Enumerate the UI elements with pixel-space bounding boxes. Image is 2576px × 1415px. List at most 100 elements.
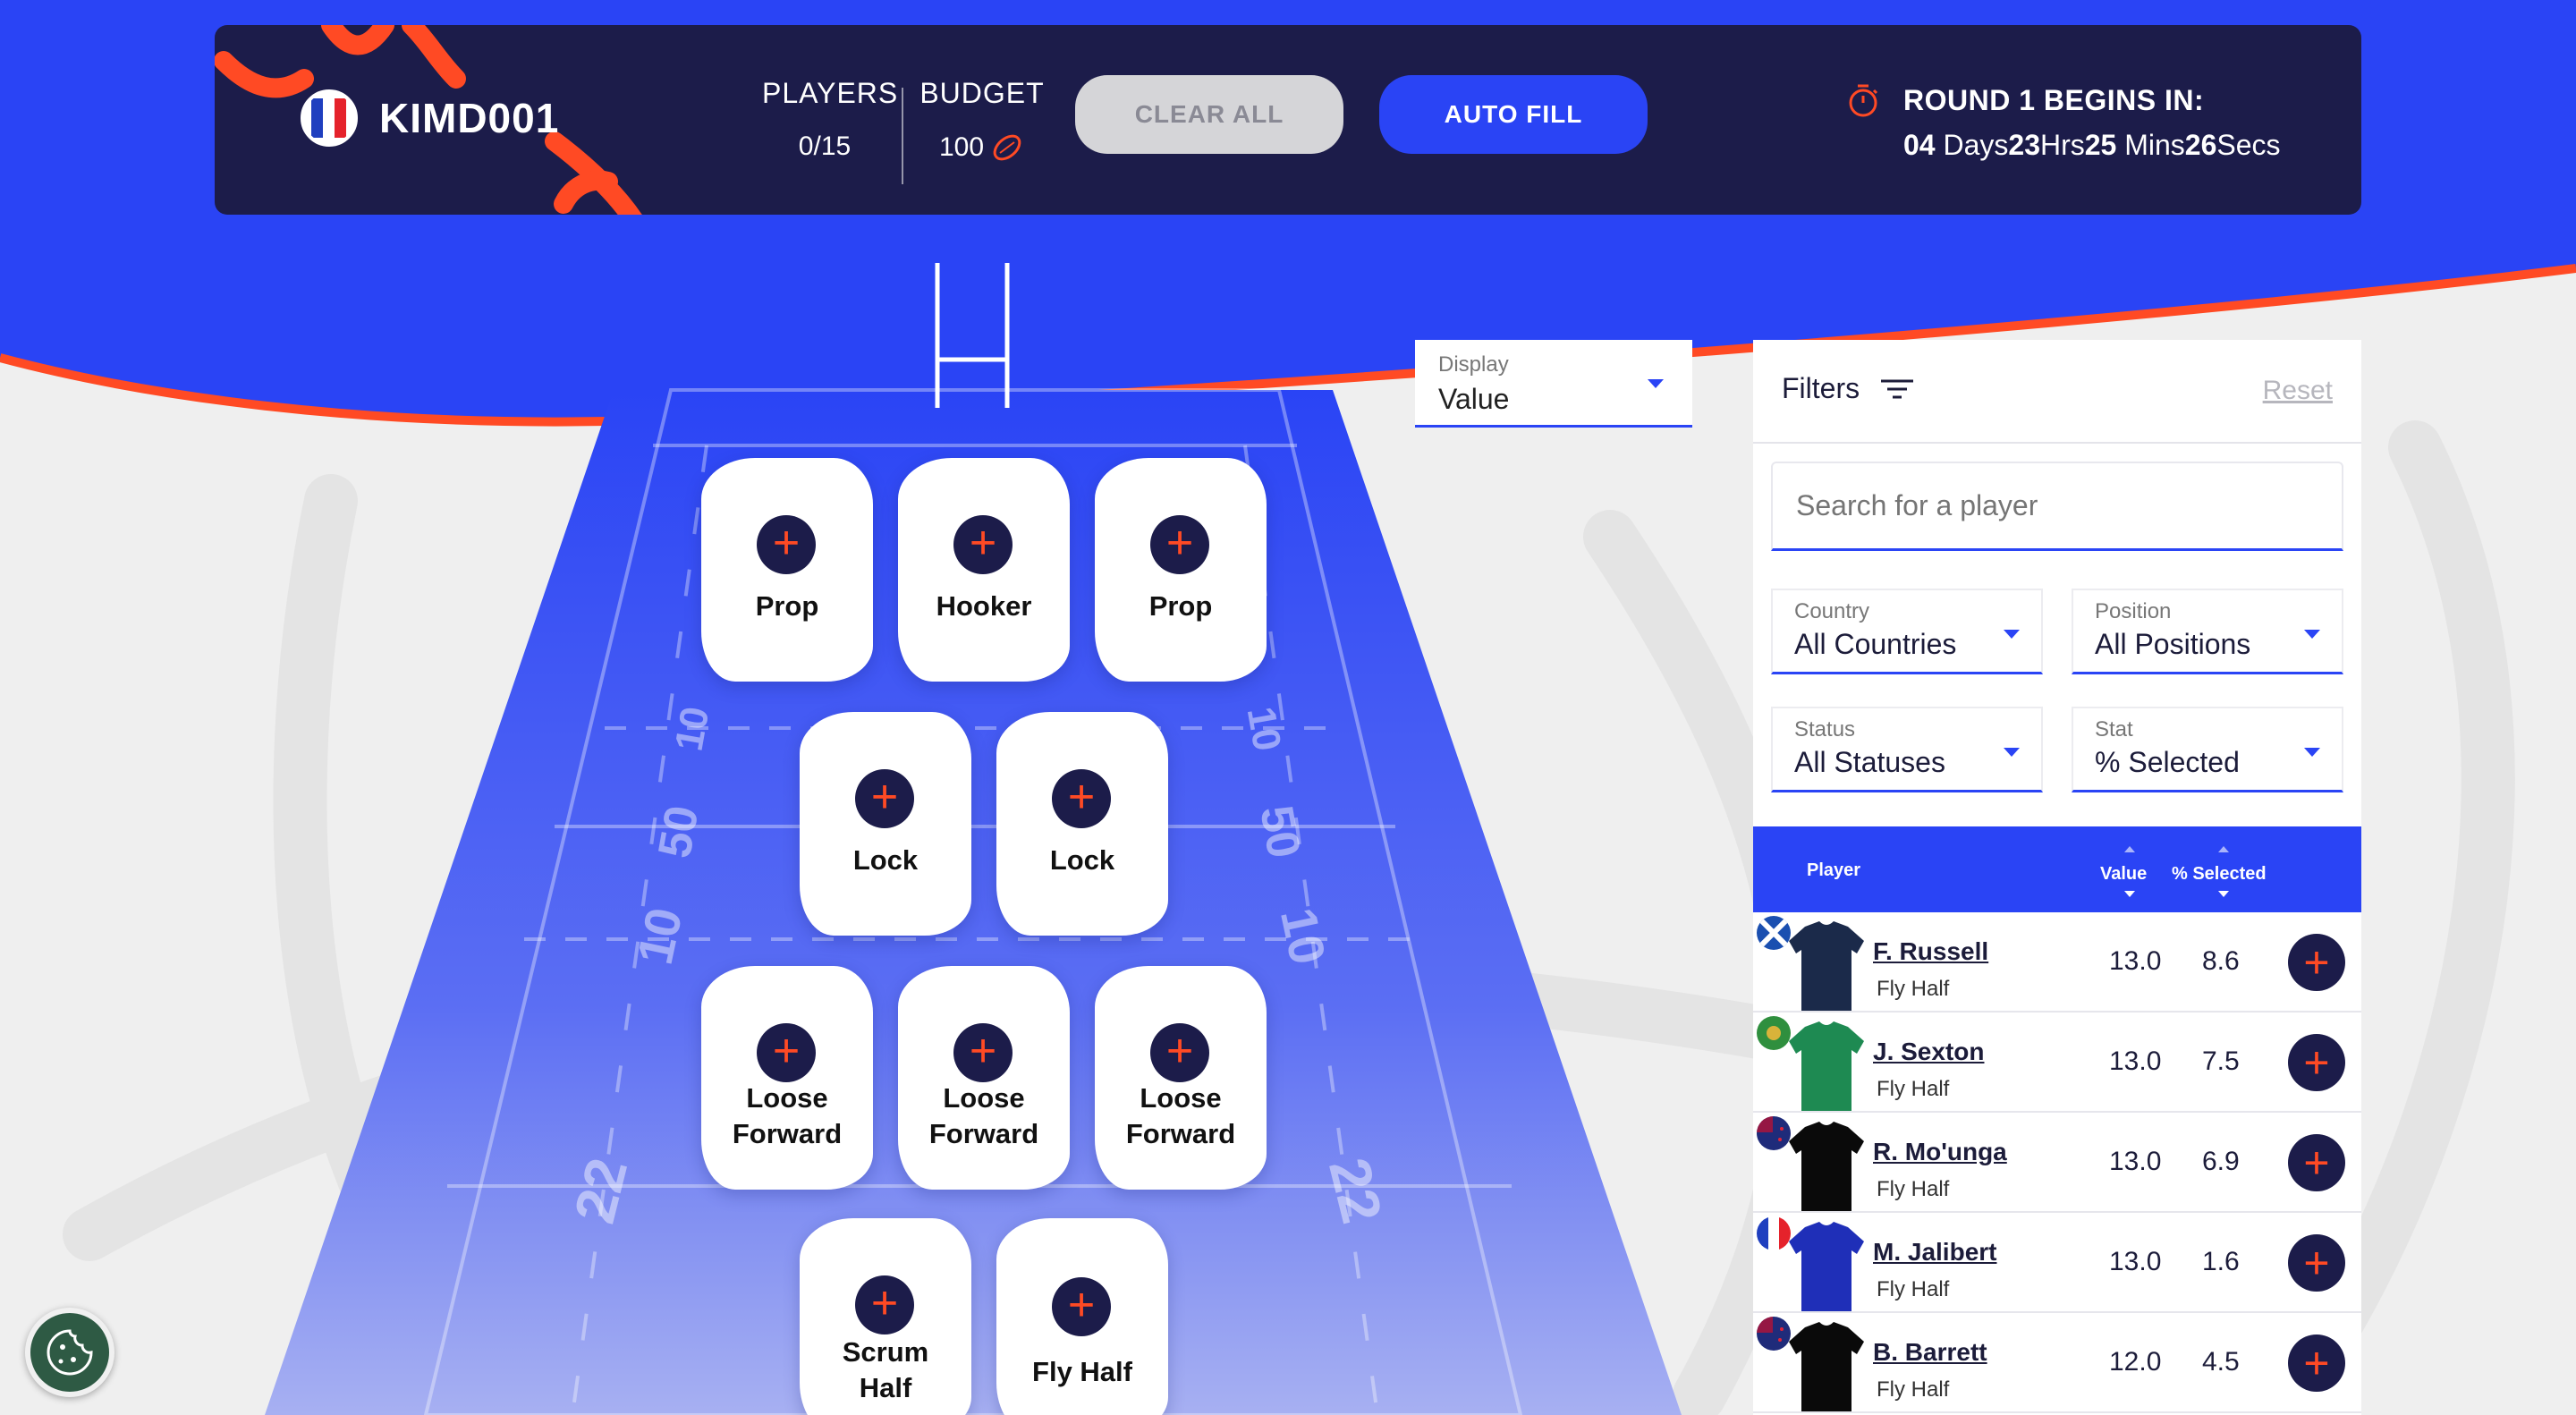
slot-prop-left[interactable]: + Prop — [701, 458, 873, 682]
france-flag-icon — [1757, 1216, 1791, 1250]
player-position: Fly Half — [1877, 977, 1950, 1001]
filter-icon[interactable] — [1879, 376, 1915, 402]
slot-lock-right[interactable]: + Lock — [996, 712, 1168, 936]
player-row[interactable]: M. Jalibert Fly Half 13.0 1.6 + — [1753, 1213, 2361, 1313]
slot-lock-left[interactable]: + Lock — [800, 712, 971, 936]
player-name[interactable]: J. Sexton — [1873, 1038, 1984, 1066]
search-input[interactable] — [1771, 462, 2343, 551]
sort-asc-icon[interactable] — [2218, 846, 2229, 852]
players-stat: PLAYERS 0/15 — [762, 77, 897, 162]
cookie-icon — [47, 1329, 93, 1376]
add-player-icon[interactable]: + — [1052, 769, 1111, 828]
marker-50-right: 50 — [1250, 801, 1310, 862]
player-row[interactable]: J. Sexton Fly Half 13.0 7.5 + — [1753, 1013, 2361, 1113]
position-value: All Positions — [2095, 628, 2251, 660]
add-player-icon[interactable]: + — [953, 515, 1013, 574]
add-player-icon[interactable]: + — [757, 1023, 816, 1082]
player-position: Fly Half — [1877, 1277, 1950, 1301]
slot-hooker[interactable]: + Hooker — [898, 458, 1070, 682]
player-name[interactable]: B. Barrett — [1873, 1338, 1987, 1367]
add-player-icon[interactable]: + — [855, 1275, 914, 1335]
slot-fly-half[interactable]: + Fly Half — [996, 1218, 1168, 1415]
add-player-button[interactable]: + — [2288, 1034, 2345, 1091]
jersey-icon — [1789, 921, 1864, 1011]
jersey-icon — [1789, 1021, 1864, 1111]
add-player-icon[interactable]: + — [953, 1023, 1013, 1082]
position-label: Position — [2095, 599, 2172, 623]
add-player-icon[interactable]: + — [757, 515, 816, 574]
hours-value: 23 — [2008, 129, 2040, 161]
cookie-settings-button[interactable] — [25, 1308, 114, 1397]
jersey-icon — [1789, 1122, 1864, 1211]
chevron-down-icon — [2004, 748, 2020, 757]
filters-title-row: Filters — [1782, 372, 1915, 405]
col-value[interactable]: Value — [2100, 864, 2147, 885]
stat-divider — [902, 88, 903, 184]
scotland-flag-icon — [1757, 916, 1791, 950]
player-selected: 1.6 — [2202, 1247, 2240, 1276]
round-title: ROUND 1 BEGINS IN: — [1903, 83, 2205, 116]
slot-loose-forward-3[interactable]: + Loose Forward — [1095, 966, 1267, 1190]
jersey-icon — [1789, 1322, 1864, 1411]
player-row[interactable]: R. Mo'unga Fly Half 13.0 6.9 + — [1753, 1113, 2361, 1213]
sort-desc-icon[interactable] — [2124, 891, 2135, 897]
days-value: 04 — [1903, 129, 1936, 161]
player-name[interactable]: R. Mo'unga — [1873, 1138, 2007, 1166]
slot-scrum-half[interactable]: + Scrum Half — [800, 1218, 971, 1415]
player-row[interactable]: F. Russell Fly Half 13.0 8.6 + — [1753, 912, 2361, 1013]
player-value: 13.0 — [2109, 1046, 2162, 1076]
clear-all-button[interactable]: CLEAR ALL — [1075, 75, 1343, 154]
add-player-button[interactable]: + — [2288, 1234, 2345, 1292]
player-value: 13.0 — [2109, 1147, 2162, 1176]
slot-label: Hooker — [936, 590, 1032, 622]
add-player-icon[interactable]: + — [1150, 1023, 1209, 1082]
slot-label: Prop — [1148, 590, 1213, 622]
player-value: 13.0 — [2109, 946, 2162, 976]
player-selected: 8.6 — [2202, 946, 2240, 976]
stat-select[interactable]: Stat % Selected — [2072, 707, 2343, 792]
marker-10-right: 10 — [1238, 703, 1290, 755]
slot-label: Scrum Half — [842, 1336, 929, 1403]
auto-fill-button[interactable]: AUTO FILL — [1379, 75, 1648, 154]
col-player[interactable]: Player — [1807, 860, 1860, 881]
marker-10b-left: 10 — [625, 902, 693, 970]
player-name[interactable]: M. Jalibert — [1873, 1238, 1996, 1267]
slot-prop-right[interactable]: + Prop — [1095, 458, 1267, 682]
display-select[interactable]: Display Value — [1415, 340, 1692, 428]
col-selected[interactable]: % Selected — [2172, 864, 2267, 885]
sort-asc-icon[interactable] — [2124, 846, 2135, 852]
add-player-icon[interactable]: + — [1150, 515, 1209, 574]
new-zealand-flag-icon — [1757, 1116, 1791, 1150]
sort-desc-icon[interactable] — [2218, 891, 2229, 897]
add-player-icon[interactable]: + — [855, 769, 914, 828]
filters-header: Filters Reset — [1753, 340, 2361, 444]
jersey-icon — [1789, 1222, 1864, 1311]
player-selected: 7.5 — [2202, 1046, 2240, 1076]
player-row[interactable]: B. Barrett Fly Half 12.0 4.5 + — [1753, 1313, 2361, 1413]
add-player-icon[interactable]: + — [1052, 1277, 1111, 1336]
slot-loose-forward-1[interactable]: + Loose Forward — [701, 966, 873, 1190]
status-select[interactable]: Status All Statuses — [1771, 707, 2043, 792]
position-select[interactable]: Position All Positions — [2072, 589, 2343, 674]
add-player-button[interactable]: + — [2288, 1335, 2345, 1392]
stat-label: Stat — [2095, 717, 2133, 741]
add-player-button[interactable]: + — [2288, 1134, 2345, 1191]
country-value: All Countries — [1794, 628, 1957, 660]
top-bar: KIMD001 PLAYERS 0/15 BUDGET 100 CLEAR AL… — [215, 25, 2361, 215]
chevron-down-icon — [2304, 748, 2320, 757]
team-name: KIMD001 — [379, 95, 560, 141]
chevron-down-icon — [1648, 379, 1664, 388]
add-player-button[interactable]: + — [2288, 934, 2345, 991]
country-select[interactable]: Country All Countries — [1771, 589, 2043, 674]
slot-label: Lock — [852, 844, 919, 876]
slot-loose-forward-2[interactable]: + Loose Forward — [898, 966, 1070, 1190]
days-unit: Days — [1943, 129, 2009, 161]
team-info: KIMD001 — [301, 89, 559, 147]
ireland-flag-icon — [1757, 1016, 1791, 1050]
marker-10-left: 10 — [666, 703, 718, 755]
hours-unit: Hrs — [2039, 129, 2085, 161]
reset-link[interactable]: Reset — [2263, 376, 2333, 406]
player-table-header: Player Value % Selected — [1753, 826, 2361, 912]
slot-label: Prop — [755, 590, 819, 622]
player-name[interactable]: F. Russell — [1873, 937, 1988, 966]
